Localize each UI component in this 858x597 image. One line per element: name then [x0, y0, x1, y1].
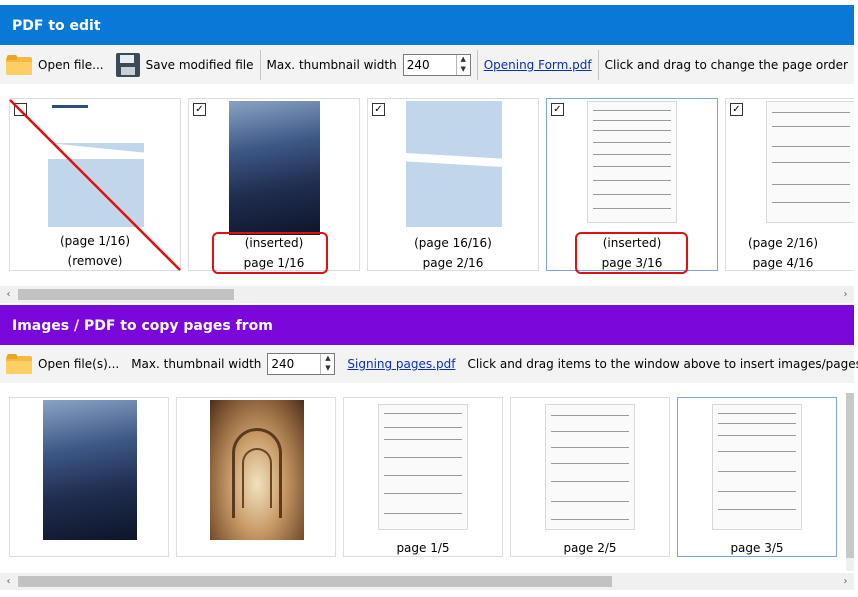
signing-pages-link[interactable]: Signing pages.pdf — [347, 357, 455, 371]
thumbnail-width-stepper[interactable]: ▲ ▼ — [267, 353, 336, 375]
scroll-left-icon[interactable]: ‹ — [0, 573, 17, 590]
source-item-caption: page 3/5 — [730, 541, 784, 555]
photo-sky-icon — [229, 101, 320, 235]
open-file-button[interactable]: Open file... — [0, 46, 110, 84]
source-item-card[interactable]: page 3/5 — [677, 397, 837, 557]
source-pages-header: Images / PDF to copy pages from — [0, 305, 854, 345]
inserted-highlight-box — [575, 232, 688, 274]
removed-page-strike-icon — [9, 99, 181, 271]
thumbnail-width-input[interactable] — [268, 354, 321, 374]
save-modified-file-label: Save modified file — [145, 58, 254, 72]
thumbnail-width-stepper[interactable]: ▲ ▼ — [402, 54, 471, 76]
opening-form-link[interactable]: Opening Form.pdf — [484, 58, 592, 72]
thumbnail-width-group: Max. thumbnail width ▲ ▼ — [125, 345, 341, 383]
scrollbar-thumb[interactable] — [846, 393, 854, 558]
open-files-button[interactable]: Open file(s)... — [0, 345, 125, 383]
photo-sky-icon — [43, 400, 137, 540]
open-file-label: Open file... — [38, 58, 104, 72]
thumbnail-width-label: Max. thumbnail width — [266, 58, 397, 72]
source-item-caption: page 2/5 — [563, 541, 617, 555]
page-caption-line1: (page 16/16) — [414, 236, 492, 250]
spin-up-icon[interactable]: ▲ — [321, 354, 334, 364]
floppy-disk-icon — [115, 53, 140, 77]
thumbnail-width-input[interactable] — [403, 55, 456, 75]
form-page-icon — [766, 101, 854, 223]
form-page-icon — [545, 404, 635, 530]
source-pages-strip[interactable]: page 1/5 page 2/5 page 3/5 — [0, 393, 854, 571]
folder-icon — [6, 55, 32, 75]
scrollbar-thumb[interactable] — [18, 576, 612, 587]
form-page-icon — [378, 404, 468, 530]
scroll-right-icon[interactable]: › — [837, 573, 854, 590]
blue-cover-icon — [406, 101, 502, 227]
page-caption-line1: (page 2/16) — [747, 236, 819, 250]
scroll-right-icon[interactable]: › — [837, 286, 854, 303]
open-files-label: Open file(s)... — [38, 357, 120, 371]
source-item-caption: page 1/5 — [396, 541, 450, 555]
spin-up-icon[interactable]: ▲ — [457, 55, 470, 65]
folder-icon — [6, 354, 32, 374]
source-item-card[interactable]: page 1/5 — [343, 397, 503, 557]
scroll-left-icon[interactable]: ‹ — [0, 286, 17, 303]
page-checkbox[interactable]: ✓ — [372, 103, 385, 116]
inserted-highlight-box — [212, 232, 328, 274]
insert-pages-hint: Click and drag items to the window above… — [467, 357, 858, 371]
page-checkbox[interactable]: ✓ — [730, 103, 743, 116]
source-toolbar: Open file(s)... Max. thumbnail width ▲ ▼… — [0, 345, 858, 383]
form-page-icon — [587, 101, 677, 223]
thumbnail-width-label: Max. thumbnail width — [131, 357, 262, 371]
page-checkbox[interactable]: ✓ — [551, 103, 564, 116]
edit-pages-strip[interactable]: (page 1/16) (remove) ✓ (inserted) page 1… — [0, 94, 854, 284]
source-strip-vertical-scrollbar[interactable] — [846, 393, 854, 571]
page-checkbox[interactable]: ✓ — [193, 103, 206, 116]
page-card[interactable]: ✓ (page 16/16) page 2/16 — [367, 98, 539, 271]
edit-toolbar: Open file... Save modified file Max. thu… — [0, 46, 854, 84]
pdf-page-editor-window: PDF to edit Open file... Save modified f… — [0, 0, 858, 597]
form-page-icon — [712, 404, 802, 530]
thumbnail-width-group: Max. thumbnail width ▲ ▼ — [261, 46, 477, 84]
spin-down-icon[interactable]: ▼ — [457, 65, 470, 75]
page-card[interactable]: ✓ (page 2/16) page 4/16 — [725, 98, 854, 271]
page-order-hint: Click and drag to change the page order — [604, 58, 848, 72]
page-caption-line2: page 4/16 — [752, 256, 814, 270]
pdf-to-edit-header: PDF to edit — [0, 5, 854, 45]
source-item-card[interactable]: page 2/5 — [510, 397, 670, 557]
edit-strip-horizontal-scrollbar[interactable]: ‹ › — [0, 286, 854, 303]
source-item-card[interactable] — [176, 397, 336, 557]
save-modified-file-button[interactable]: Save modified file — [110, 46, 260, 84]
spin-down-icon[interactable]: ▼ — [321, 364, 334, 374]
scrollbar-thumb[interactable] — [18, 289, 234, 300]
photo-arch-icon — [210, 400, 304, 540]
page-caption-line2: page 2/16 — [422, 256, 484, 270]
source-strip-horizontal-scrollbar[interactable]: ‹ › — [0, 573, 854, 590]
source-item-card[interactable] — [9, 397, 169, 557]
